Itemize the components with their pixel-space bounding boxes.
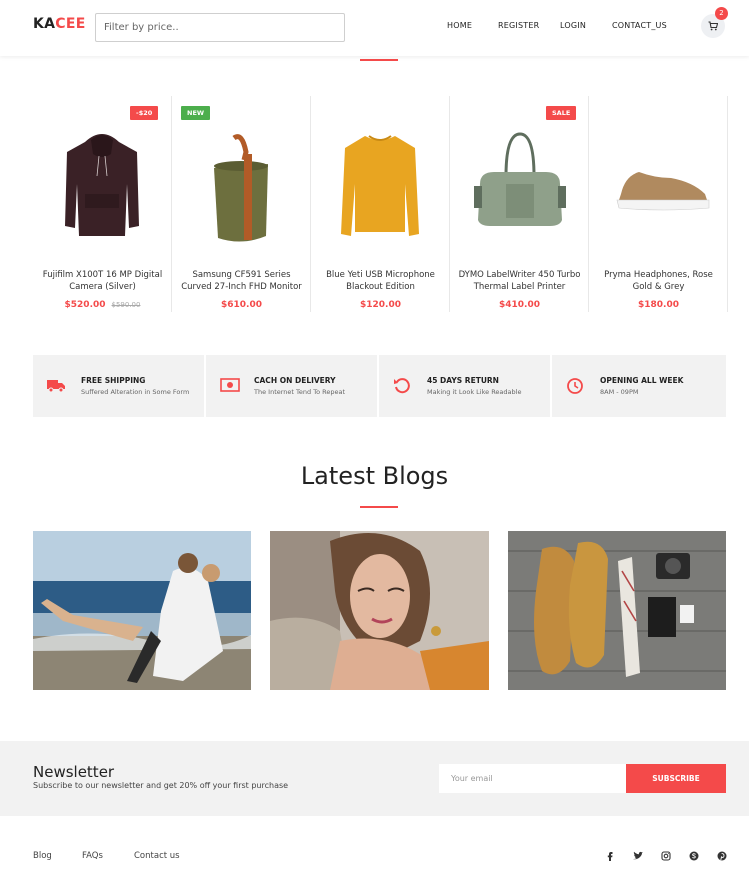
instagram-icon[interactable] (660, 850, 672, 862)
newsletter-subtitle: Subscribe to our newsletter and get 20% … (33, 781, 289, 790)
nav-register[interactable]: REGISTER (498, 21, 539, 30)
blog-card[interactable] (270, 531, 489, 690)
product-price: $410.00 (499, 300, 540, 310)
feature-item: OPENING ALL WEEK 8AM - 09PM (552, 355, 726, 417)
nav-home[interactable]: HOME (447, 21, 472, 30)
footer-link-faqs[interactable]: FAQs (82, 851, 103, 861)
cart-button[interactable]: 2 (701, 7, 728, 38)
price-filter-input[interactable] (95, 13, 345, 42)
product-card[interactable]: SALE DYMO LabelWriter 450 Turbo Thermal … (450, 96, 589, 312)
feature-item: 45 DAYS RETURN Making it Look Like Reada… (379, 355, 552, 417)
clock-icon (567, 378, 583, 394)
cash-icon (220, 378, 240, 392)
product-card[interactable]: Blue Yeti USB Microphone Blackout Editio… (311, 96, 450, 312)
pinterest-icon[interactable] (716, 850, 728, 862)
product-name[interactable]: Pryma Headphones, Rose Gold & Grey (595, 269, 722, 293)
product-carousel: -$20 Fujifilm X100T 16 MP Digital Camera… (33, 96, 728, 312)
product-price: $520.00 $590.00 (64, 300, 141, 310)
skype-icon[interactable] (688, 850, 700, 862)
sale-badge: SALE (546, 106, 577, 120)
sneaker-image (616, 172, 710, 211)
product-name[interactable]: DYMO LabelWriter 450 Turbo Thermal Label… (456, 269, 583, 293)
product-card[interactable]: -$20 Fujifilm X100T 16 MP Digital Camera… (33, 96, 172, 312)
shoes-flatlay-photo (508, 531, 726, 690)
section-divider (360, 506, 398, 508)
facebook-icon[interactable] (604, 850, 616, 862)
cart-count-badge: 2 (715, 7, 728, 20)
sweater-image (341, 135, 419, 236)
hoodie-image (65, 134, 139, 236)
new-badge: NEW (181, 106, 211, 120)
feature-item: CACH ON DELIVERY The Internet Tend To Re… (206, 355, 379, 417)
blog-card[interactable] (33, 531, 251, 690)
feature-item: FREE SHIPPING Suffered Alteration in Som… (33, 355, 206, 417)
nav-login[interactable]: LOGIN (560, 21, 586, 30)
product-card[interactable]: NEW Samsung CF591 Series Curved 27-Inch … (172, 96, 311, 312)
product-price: $610.00 (221, 300, 262, 310)
truck-icon (47, 380, 65, 393)
newsletter-section: Newsletter Subscribe to our newsletter a… (0, 741, 749, 816)
duffel-bag-image (474, 132, 566, 226)
blog-card[interactable] (508, 531, 726, 690)
product-name[interactable]: Fujifilm X100T 16 MP Digital Camera (Sil… (39, 269, 166, 293)
cart-icon (708, 21, 718, 31)
old-price: $590.00 (111, 301, 141, 309)
footer-link-contact[interactable]: Contact us (134, 851, 180, 861)
site-header: KACEE HOME REGISTER LOGIN CONTACT_US 2 (0, 0, 749, 56)
discount-badge: -$20 (130, 106, 159, 120)
features-bar: FREE SHIPPING Suffered Alteration in Som… (33, 355, 726, 417)
product-price: $180.00 (638, 300, 679, 310)
return-icon (394, 378, 410, 394)
section-divider (360, 59, 398, 61)
subscribe-button[interactable]: SUBSCRIBE (626, 764, 726, 793)
nav-contact-us[interactable]: CONTACT_US (612, 21, 667, 30)
beach-couple-photo (33, 531, 251, 690)
product-price: $120.00 (360, 300, 401, 310)
blogs-section-title: Latest Blogs (300, 462, 449, 490)
product-card[interactable]: Pryma Headphones, Rose Gold & Grey $180.… (589, 96, 728, 312)
site-logo[interactable]: KACEE (33, 16, 86, 32)
newsletter-title: Newsletter (33, 763, 115, 781)
woman-portrait-photo (270, 531, 489, 690)
product-name[interactable]: Samsung CF591 Series Curved 27-Inch FHD … (178, 269, 305, 293)
newsletter-email-input[interactable] (439, 764, 626, 793)
bucket-bag-image (214, 134, 268, 242)
product-name[interactable]: Blue Yeti USB Microphone Blackout Editio… (317, 269, 444, 293)
twitter-icon[interactable] (632, 850, 644, 862)
footer-link-blog[interactable]: Blog (33, 851, 52, 861)
